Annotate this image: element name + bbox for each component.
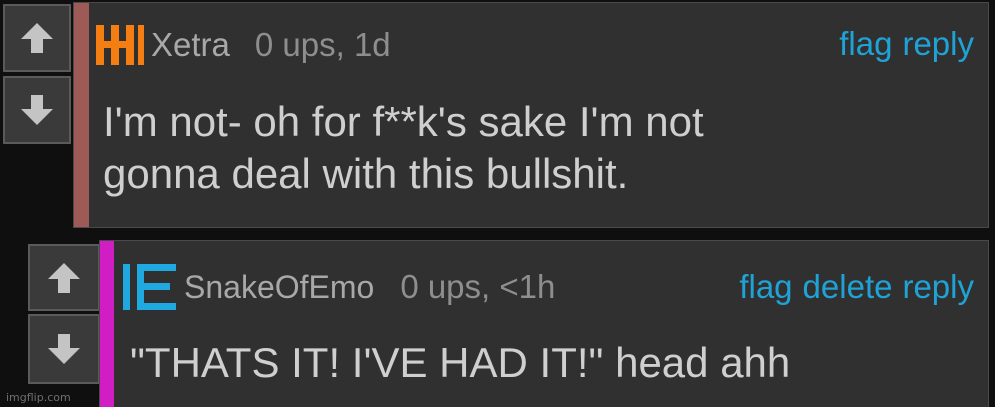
upvote-button[interactable] — [28, 244, 100, 311]
arrow-down-icon — [21, 95, 53, 125]
user-avatar-icon[interactable] — [94, 23, 146, 67]
comment-card-2: SnakeOfEmo 0 ups, <1h flag delete reply … — [99, 240, 989, 407]
vote-column-2 — [28, 244, 100, 384]
downvote-button[interactable] — [3, 76, 71, 144]
comment-header: Xetra 0 ups, 1d — [94, 23, 391, 67]
flag-link[interactable]: flag — [739, 268, 792, 306]
comment-body: "THATS IT! I'VE HAD IT!" head ahh — [130, 339, 791, 386]
comment-actions: flag reply — [839, 25, 974, 63]
thread-stripe — [74, 3, 89, 227]
username-link[interactable]: SnakeOfEmo — [184, 269, 374, 306]
reply-link[interactable]: reply — [902, 268, 974, 306]
comment-header: SnakeOfEmo 0 ups, <1h — [122, 261, 555, 313]
comment-card-1: Xetra 0 ups, 1d flag reply I'm not- oh f… — [73, 2, 989, 228]
arrow-down-icon — [48, 334, 80, 364]
comment-meta: 0 ups, <1h — [400, 268, 556, 305]
vote-column-1 — [3, 4, 71, 144]
upvote-button[interactable] — [3, 4, 71, 72]
downvote-button[interactable] — [28, 314, 100, 384]
thread-stripe — [100, 241, 114, 407]
watermark: imgflip.com — [6, 391, 71, 404]
reply-link[interactable]: reply — [902, 25, 974, 63]
comment-body: I'm not- oh for f**k's sake I'm not gonn… — [103, 98, 704, 197]
flag-link[interactable]: flag — [839, 25, 892, 63]
comment-actions: flag delete reply — [739, 268, 974, 306]
delete-link[interactable]: delete — [803, 268, 893, 306]
comment-meta: 0 ups, 1d — [254, 26, 391, 63]
user-avatar-icon[interactable] — [122, 262, 178, 312]
arrow-up-icon — [21, 23, 53, 53]
arrow-up-icon — [48, 262, 80, 293]
username-link[interactable]: Xetra — [151, 26, 230, 64]
